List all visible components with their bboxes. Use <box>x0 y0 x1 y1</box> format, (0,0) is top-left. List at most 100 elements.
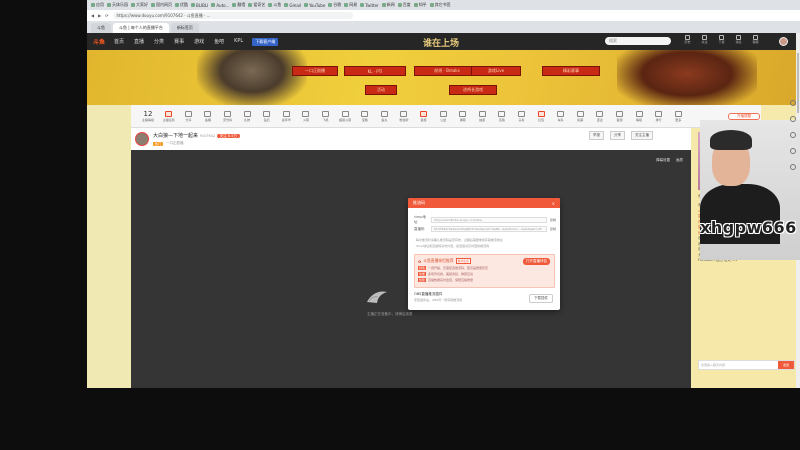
banner-button[interactable]: 游戏Live <box>471 66 521 76</box>
toolbar-item[interactable]: 分享 <box>179 110 199 122</box>
tool-icon[interactable] <box>790 132 796 138</box>
toolbar-icon <box>557 110 565 117</box>
search-input[interactable]: 搜索 <box>605 37 671 45</box>
field-value[interactable]: rtmp://sendtc3a.douyu.com/live <box>431 217 547 223</box>
toolbar-item[interactable]: 答题 <box>610 110 630 122</box>
toolbar-item[interactable]: 投票 <box>570 110 590 122</box>
follow-button[interactable]: 关注 8.5万 <box>216 134 240 138</box>
toolbar-item[interactable]: 更多 <box>668 110 688 122</box>
bookmark-item[interactable]: 爱奇艺 <box>248 2 265 8</box>
bookmark-item[interactable]: 翻墙 <box>232 2 245 8</box>
toolbar-item[interactable]: 排行 <box>649 110 669 122</box>
nav-icon-button[interactable]: 下载 <box>717 35 726 44</box>
banner-button[interactable]: 精彩赛事 <box>542 66 600 76</box>
video-player[interactable]: 弹幕设置 画质 主播正在准备中，请稍后观看 推流码 × rtmp地址 rtmp://… <box>131 150 691 388</box>
bookmark-icon <box>248 3 253 7</box>
toolbar-item[interactable]: 火箭 <box>296 110 316 122</box>
bookmark-item[interactable]: YouTube <box>304 3 325 8</box>
banner-button[interactable]: KL · PTI <box>344 66 406 76</box>
room-action-button[interactable]: 举报 <box>589 131 604 140</box>
browser-tab[interactable]: 斗鱼 <box>91 23 111 33</box>
bookmark-item[interactable]: Auto... <box>211 3 229 8</box>
streamer-level[interactable]: 12 主播等级 <box>137 110 159 122</box>
toolbar-item[interactable]: 车队 <box>551 110 571 122</box>
browser-tab[interactable]: 新标签页 <box>170 23 199 33</box>
browser-tab[interactable]: 斗鱼 | 每个人的直播平台 <box>113 23 169 33</box>
bookmark-item[interactable]: Twitter <box>360 3 379 8</box>
toolbar-item[interactable]: 嘉年华 <box>277 110 297 122</box>
room-action-button[interactable]: 分享 <box>610 131 625 140</box>
bookmark-item[interactable]: Gmail <box>284 3 301 8</box>
close-icon[interactable]: × <box>552 201 555 206</box>
banner-button[interactable]: 进鸡长游戏 <box>449 85 497 95</box>
bookmark-item[interactable]: 谷歌 <box>328 2 341 8</box>
download-client-button[interactable]: 下载客户端 <box>252 37 279 46</box>
nav-icon-button[interactable]: 关注 <box>700 35 709 44</box>
tool-icon[interactable] <box>790 100 796 106</box>
reload-icon[interactable]: ⟳ <box>105 13 108 18</box>
toolbar-item[interactable]: 主播任务 <box>159 110 179 122</box>
nav-item[interactable]: 直播 <box>134 38 144 45</box>
tool-icon[interactable] <box>790 116 796 122</box>
nav-icon-button[interactable]: 历史 <box>683 35 692 44</box>
tool-icon[interactable] <box>790 164 796 170</box>
category-link[interactable]: 一口正剧播 <box>166 141 184 146</box>
toolbar-item[interactable]: 抽奖 <box>473 110 493 122</box>
back-icon[interactable]: ◀ <box>91 13 94 18</box>
forward-icon[interactable]: ▶ <box>98 13 101 18</box>
player-control[interactable]: 弹幕设置 <box>656 158 670 163</box>
tool-icon[interactable] <box>790 148 796 154</box>
toolbar-item[interactable]: 公益 <box>433 110 453 122</box>
toolbar-item[interactable]: 宝箱 <box>355 110 375 122</box>
url-field[interactable]: https://www.douyu.com/9107642 · 斗鱼直播 · .… <box>112 12 353 19</box>
copy-button[interactable]: 复制 <box>550 218 556 222</box>
toolbar-item[interactable]: 超级火箭 <box>335 110 355 122</box>
nav-item[interactable]: KPL <box>234 38 243 45</box>
streamer-avatar[interactable] <box>135 132 149 146</box>
player-control[interactable]: 画质 <box>676 158 683 163</box>
banner-button[interactable]: 一口正剧播 <box>292 66 338 76</box>
nav-item[interactable]: 分类 <box>154 38 164 45</box>
toolbar-item[interactable]: 头条 <box>512 110 532 122</box>
download-plugin-button[interactable]: 下载插件 <box>529 294 553 303</box>
nav-icon-button[interactable]: 客服 <box>751 35 760 44</box>
nav-item[interactable]: 鱼吧 <box>214 38 224 45</box>
banner-button[interactable]: 活动 <box>365 85 397 95</box>
copy-button[interactable]: 复制 <box>550 227 556 231</box>
bookmark-item[interactable]: 新闻 <box>381 2 395 8</box>
open-companion-button[interactable]: 打开直播伴侣 <box>523 258 550 265</box>
toolbar-item[interactable]: 飞机 <box>316 110 336 122</box>
toolbar-item[interactable]: 鱼丸 <box>375 110 395 122</box>
bookmark-item[interactable]: BLIBLI <box>191 3 208 8</box>
live-reminder-button[interactable]: 开播提醒 <box>728 113 760 120</box>
bookmark-item[interactable]: 大家好 <box>131 2 148 8</box>
toolbar-item[interactable]: 鱼粮 <box>198 110 218 122</box>
toolbar-item[interactable]: 钻石 <box>257 110 277 122</box>
toolbar-item[interactable]: 竞猜 <box>492 110 512 122</box>
toolbar-item[interactable]: 荧光棒 <box>218 110 238 122</box>
bookmark-item[interactable]: 斗鱼 <box>268 2 281 8</box>
toolbar-item[interactable]: 连麦 <box>590 110 610 122</box>
toolbar-item[interactable]: 等级 <box>629 110 649 122</box>
toolbar-item[interactable]: 红包 <box>531 110 551 122</box>
bookmark-item[interactable]: 国内网页 <box>151 2 172 8</box>
bookmark-item[interactable]: 知乎 <box>413 2 427 8</box>
toolbar-item[interactable]: 粉丝牌 <box>394 110 414 122</box>
nav-item[interactable]: 首页 <box>114 38 124 45</box>
toolbar-item[interactable]: 贵族 <box>414 110 434 122</box>
field-value[interactable]: 9107642rSeSAAcSXAjNQ7l?wsSecret=4a8b...&… <box>431 226 547 232</box>
bookmark-item[interactable]: 优酷 <box>175 2 188 8</box>
nav-item[interactable]: 游戏 <box>194 38 204 45</box>
toolbar-item[interactable]: 礼物 <box>237 110 257 122</box>
bookmark-item[interactable]: 其它书签 <box>429 2 451 8</box>
bookmark-label: BLIBLI <box>196 2 209 8</box>
nav-item[interactable]: 赛事 <box>174 38 184 45</box>
bookmark-item[interactable]: 天体乐园 <box>107 2 128 8</box>
bookmark-item[interactable]: 网易 <box>344 2 357 8</box>
toolbar-item[interactable]: 弹幕 <box>453 110 473 122</box>
bookmark-item[interactable]: 百度 <box>397 2 411 8</box>
room-action-button[interactable]: 关注主播 <box>631 131 653 140</box>
site-logo[interactable]: 斗鱼 <box>93 37 105 46</box>
nav-icon-button[interactable]: 消息 <box>734 35 743 44</box>
bookmark-item[interactable]: 应用 <box>91 2 104 8</box>
